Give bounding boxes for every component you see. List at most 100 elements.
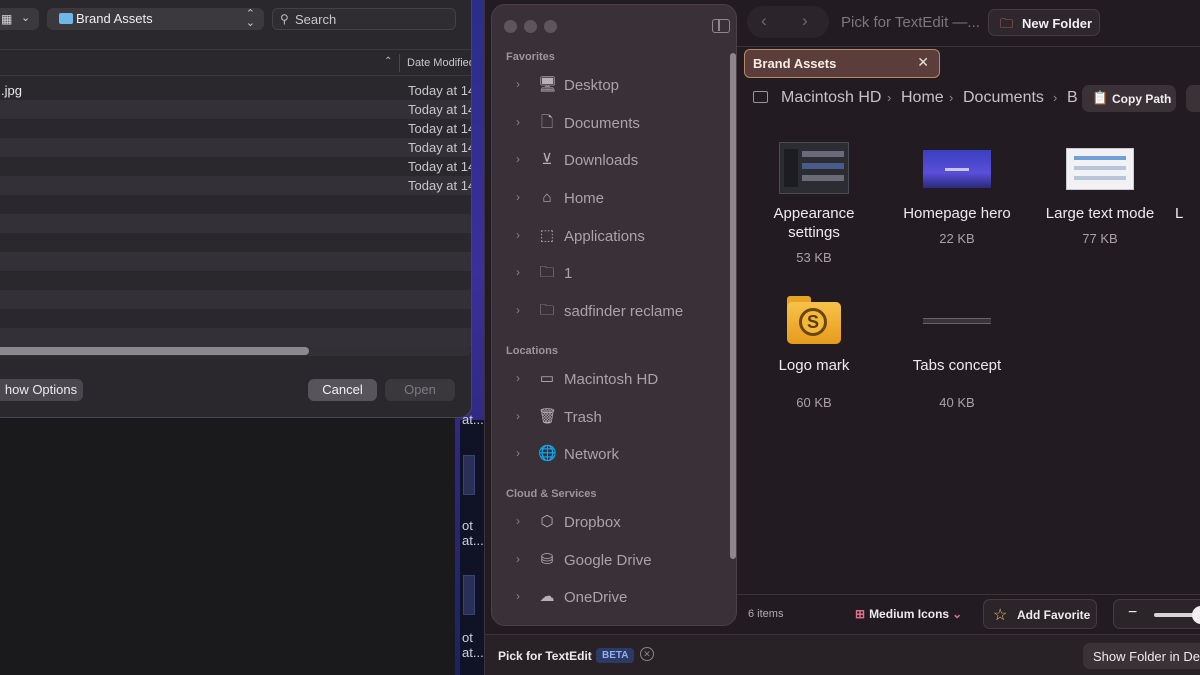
drive-icon: ▭	[539, 370, 555, 387]
column-header-date[interactable]: Date Modified	[407, 57, 471, 69]
chevron-right-icon[interactable]: ›	[516, 77, 520, 91]
show-folder-label: Show Folder in Def	[1093, 649, 1200, 664]
sidebar-scrollbar[interactable]	[730, 53, 736, 559]
zoom-window-button[interactable]	[544, 20, 557, 33]
tab-brand-assets[interactable]: Brand Assets ✕	[744, 49, 940, 78]
file-row[interactable]: .jpg Today at 14	[0, 81, 471, 100]
chevron-right-icon[interactable]: ›	[516, 152, 520, 166]
chevron-right-icon[interactable]: ›	[516, 228, 520, 242]
open-button[interactable]: Open	[385, 379, 455, 401]
pick-for-label: Pick for TextEdit	[498, 649, 592, 663]
chevron-right-icon[interactable]: ›	[516, 589, 520, 603]
sidebar-item-label: Home	[564, 190, 605, 207]
breadcrumb-item[interactable]: Macintosh HD	[781, 89, 881, 107]
google-drive-icon: ⛁	[540, 551, 554, 568]
close-icon[interactable]: ✕	[640, 647, 654, 661]
tab-strip: Brand Assets ✕	[737, 46, 1200, 80]
sidebar-item-dropbox[interactable]: › ⬡ Dropbox	[492, 508, 722, 538]
minimize-window-button[interactable]	[524, 20, 537, 33]
zoom-out-button[interactable]: −	[1128, 604, 1137, 622]
chevron-right-icon[interactable]: ›	[516, 409, 520, 423]
file-item-partial[interactable]: L	[1175, 142, 1200, 223]
empty-row	[0, 271, 471, 290]
close-window-button[interactable]	[504, 20, 517, 33]
grid-icon: ⊞	[855, 607, 866, 621]
sidebar-item-label: Macintosh HD	[564, 371, 659, 388]
more-button[interactable]	[1186, 85, 1200, 112]
file-item-homepage-hero[interactable]: Homepage hero 22 KB	[889, 142, 1025, 246]
view-mode-switch[interactable]: ▦ ⌄	[0, 8, 39, 30]
file-item-logo-mark[interactable]: S Logo mark 60 KB	[746, 294, 882, 410]
forward-button[interactable]: ›	[802, 11, 808, 31]
file-row[interactable]: Today at 14	[0, 119, 471, 138]
view-mode-dropdown[interactable]: ⊞ Medium Icons ⌄	[855, 607, 962, 621]
dialog-toolbar: ▦ ⌄ Brand Assets ⌃ ⌄ ⚲	[0, 1, 471, 49]
file-item-tabs-concept[interactable]: Tabs concept 40 KB	[889, 294, 1025, 410]
sidebar-item-sadfinder-reclame[interactable]: › 🗀 sadfinder reclame	[492, 297, 722, 327]
breadcrumb-item[interactable]: Home	[901, 89, 944, 107]
folder-icon: 🗀	[539, 264, 555, 281]
sort-ascending-icon[interactable]: ⌃	[384, 56, 392, 67]
chevron-right-icon[interactable]: ›	[516, 115, 520, 129]
chevron-right-icon[interactable]: ›	[516, 190, 520, 204]
chevron-right-icon[interactable]: ›	[516, 265, 520, 279]
close-icon[interactable]: ✕	[917, 54, 929, 71]
chevron-right-icon[interactable]: ›	[516, 514, 520, 528]
file-name: Appearance settings	[773, 205, 855, 241]
folder-icon: 🗀	[539, 302, 555, 319]
sidebar-item-label: Dropbox	[564, 514, 621, 531]
chevron-right-icon[interactable]: ›	[516, 303, 520, 317]
chevron-right-icon[interactable]: ›	[516, 371, 520, 385]
navigation-buttons: ‹ ›	[747, 6, 829, 38]
sidebar-item-google-drive[interactable]: › ⛁ Google Drive	[492, 546, 722, 576]
chevron-right-icon: ›	[887, 90, 892, 105]
sidebar-item-onedrive[interactable]: › ☁ OneDrive	[492, 583, 722, 613]
sidebar-item-downloads[interactable]: › ⊻ Downloads	[492, 146, 722, 176]
copy-path-button[interactable]: 📋 Copy Path	[1082, 85, 1176, 112]
file-thumbnail	[923, 142, 991, 194]
scrollbar-thumb[interactable]	[0, 347, 309, 355]
file-name: Tabs concept	[912, 357, 1002, 374]
trash-icon: 🗑	[538, 408, 558, 425]
sidebar-item-network[interactable]: › 🌐 Network	[492, 440, 722, 470]
new-folder-button[interactable]: 🗀 New Folder	[988, 9, 1100, 36]
breadcrumb-item[interactable]: B	[1067, 89, 1078, 107]
column-separator[interactable]	[399, 54, 400, 72]
sidebar-heading-cloud: Cloud & Services	[506, 488, 597, 500]
search-input[interactable]	[295, 11, 445, 27]
file-item-appearance-settings[interactable]: Appearance settings 53 KB	[746, 142, 882, 265]
horizontal-scrollbar[interactable]	[0, 345, 471, 357]
file-row[interactable]: Today at 14	[0, 138, 471, 157]
breadcrumb-item[interactable]: Documents	[963, 89, 1044, 107]
file-thumbnail	[1066, 142, 1134, 194]
file-row[interactable]: Today at 14	[0, 100, 471, 119]
chevron-right-icon: ›	[949, 90, 954, 105]
background-label: at...	[462, 533, 484, 548]
dropbox-icon: ⬡	[540, 513, 554, 530]
sidebar-item-macintosh-hd[interactable]: › ▭ Macintosh HD	[492, 365, 722, 395]
back-button[interactable]: ‹	[761, 11, 767, 31]
zoom-slider-knob[interactable]	[1192, 606, 1200, 624]
sidebar-item-home[interactable]: › ⌂ Home	[492, 184, 722, 214]
file-row[interactable]: Today at 14	[0, 157, 471, 176]
show-folder-in-default-button[interactable]: Show Folder in Def	[1083, 643, 1200, 669]
search-field[interactable]: ⚲	[272, 8, 456, 30]
chevron-right-icon[interactable]: ›	[516, 446, 520, 460]
sidebar-item-desktop[interactable]: › 🖥 Desktop	[492, 71, 722, 101]
sidebar-item-applications[interactable]: › ⬚ Applications	[492, 222, 722, 252]
file-item-large-text-mode[interactable]: Large text mode 77 KB	[1032, 142, 1168, 246]
copy-path-label: Copy Path	[1112, 92, 1172, 106]
sidebar-item-folder-1[interactable]: › 🗀 1	[492, 259, 722, 289]
sidebar-toggle-icon[interactable]	[712, 19, 730, 33]
file-row[interactable]: Today at 14	[0, 176, 471, 195]
zoom-control: −	[1113, 599, 1200, 629]
location-popup[interactable]: Brand Assets ⌃ ⌄	[47, 8, 264, 30]
chevron-right-icon: ›	[1053, 90, 1058, 105]
sidebar-item-trash[interactable]: › 🗑 Trash	[492, 403, 722, 433]
show-options-button[interactable]: how Options	[0, 379, 83, 401]
chevron-right-icon[interactable]: ›	[516, 552, 520, 566]
cancel-button[interactable]: Cancel	[308, 379, 377, 401]
add-favorite-button[interactable]: ☆ Add Favorite	[983, 599, 1097, 629]
clipboard-icon: 📋	[1092, 90, 1109, 105]
sidebar-item-documents[interactable]: › 🗋 Documents	[492, 109, 722, 139]
